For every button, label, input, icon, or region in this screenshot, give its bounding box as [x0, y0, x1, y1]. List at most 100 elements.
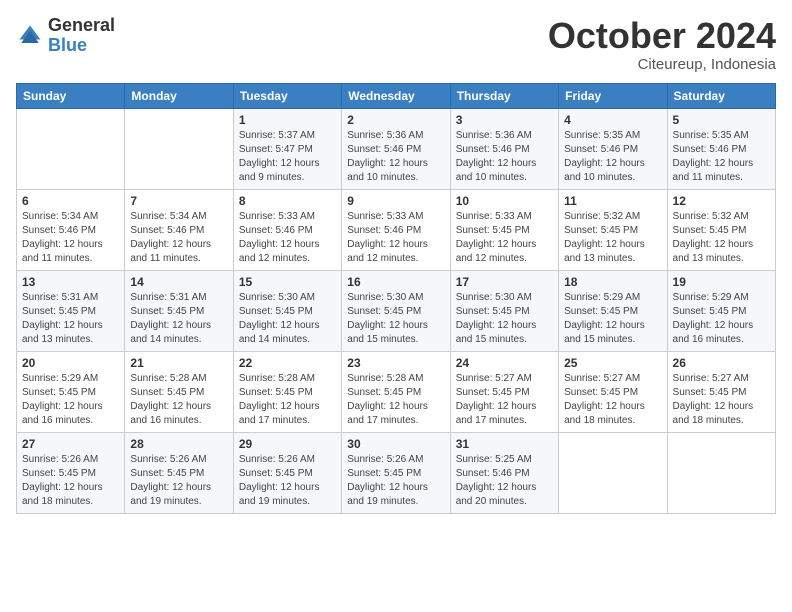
- day-info: Sunrise: 5:30 AM Sunset: 5:45 PM Dayligh…: [456, 291, 553, 347]
- weekday-header-wednesday: Wednesday: [342, 83, 450, 108]
- day-info: Sunrise: 5:26 AM Sunset: 5:45 PM Dayligh…: [239, 453, 336, 509]
- day-info: Sunrise: 5:34 AM Sunset: 5:46 PM Dayligh…: [130, 210, 227, 266]
- calendar-cell: [17, 108, 125, 189]
- location: Citeureup, Indonesia: [548, 56, 776, 73]
- logo: General Blue: [16, 16, 115, 56]
- day-info: Sunrise: 5:27 AM Sunset: 5:45 PM Dayligh…: [564, 372, 661, 428]
- calendar-cell: 23Sunrise: 5:28 AM Sunset: 5:45 PM Dayli…: [342, 351, 450, 432]
- day-info: Sunrise: 5:35 AM Sunset: 5:46 PM Dayligh…: [673, 129, 770, 185]
- calendar-cell: 8Sunrise: 5:33 AM Sunset: 5:46 PM Daylig…: [233, 189, 341, 270]
- weekday-header-thursday: Thursday: [450, 83, 558, 108]
- calendar-table: SundayMondayTuesdayWednesdayThursdayFrid…: [16, 83, 776, 514]
- calendar-cell: 24 Sunrise: 5:27 AM Sunset: 5:45 PM Dayli…: [450, 351, 558, 432]
- day-number: 19: [673, 275, 770, 289]
- day-number: 15: [239, 275, 336, 289]
- weekday-header-saturday: Saturday: [667, 83, 775, 108]
- day-info: Sunrise: 5:28 AM Sunset: 5:45 PM Dayligh…: [130, 372, 227, 428]
- day-info: Sunrise: 5:31 AM Sunset: 5:45 PM Dayligh…: [130, 291, 227, 347]
- day-number: 6: [22, 194, 119, 208]
- day-number: 27: [22, 437, 119, 451]
- day-info: Sunrise: 5:27 AM Sunset: 5:45 PM Dayligh…: [673, 372, 770, 428]
- day-number: 24: [456, 356, 553, 370]
- calendar-cell: 21 Sunrise: 5:28 AM Sunset: 5:45 PM Dayli…: [125, 351, 233, 432]
- calendar-cell: 31Sunrise: 5:25 AM Sunset: 5:46 PM Dayli…: [450, 432, 558, 513]
- week-row-5: 27 Sunrise: 5:26 AM Sunset: 5:45 PM Dayli…: [17, 432, 776, 513]
- calendar-cell: 9 Sunrise: 5:33 AM Sunset: 5:46 PM Daylig…: [342, 189, 450, 270]
- calendar-cell: 16 Sunrise: 5:30 AM Sunset: 5:45 PM Dayli…: [342, 270, 450, 351]
- day-info: Sunrise: 5:33 AM Sunset: 5:46 PM Dayligh…: [347, 210, 444, 266]
- day-number: 14: [130, 275, 227, 289]
- day-number: 29: [239, 437, 336, 451]
- day-info: Sunrise: 5:26 AM Sunset: 5:45 PM Dayligh…: [22, 453, 119, 509]
- logo-general-text: General: [48, 16, 115, 36]
- calendar-cell: 15 Sunrise: 5:30 AM Sunset: 5:45 PM Dayli…: [233, 270, 341, 351]
- day-info: Sunrise: 5:26 AM Sunset: 5:45 PM Dayligh…: [347, 453, 444, 509]
- calendar-cell: 14 Sunrise: 5:31 AM Sunset: 5:45 PM Dayli…: [125, 270, 233, 351]
- day-info: Sunrise: 5:27 AM Sunset: 5:45 PM Dayligh…: [456, 372, 553, 428]
- weekday-header-tuesday: Tuesday: [233, 83, 341, 108]
- day-number: 12: [673, 194, 770, 208]
- calendar-cell: 30 Sunrise: 5:26 AM Sunset: 5:45 PM Dayli…: [342, 432, 450, 513]
- day-number: 18: [564, 275, 661, 289]
- calendar-cell: 18Sunrise: 5:29 AM Sunset: 5:45 PM Dayli…: [559, 270, 667, 351]
- logo-text: General Blue: [48, 16, 115, 56]
- calendar-cell: 22 Sunrise: 5:28 AM Sunset: 5:45 PM Dayli…: [233, 351, 341, 432]
- day-number: 17: [456, 275, 553, 289]
- calendar-cell: 17 Sunrise: 5:30 AM Sunset: 5:45 PM Dayli…: [450, 270, 558, 351]
- calendar-cell: 4Sunrise: 5:35 AM Sunset: 5:46 PM Daylig…: [559, 108, 667, 189]
- day-number: 30: [347, 437, 444, 451]
- calendar-cell: 29 Sunrise: 5:26 AM Sunset: 5:45 PM Dayli…: [233, 432, 341, 513]
- day-number: 11: [564, 194, 661, 208]
- week-row-3: 13 Sunrise: 5:31 AM Sunset: 5:45 PM Dayli…: [17, 270, 776, 351]
- calendar-cell: 26 Sunrise: 5:27 AM Sunset: 5:45 PM Dayli…: [667, 351, 775, 432]
- weekday-header-friday: Friday: [559, 83, 667, 108]
- day-info: Sunrise: 5:30 AM Sunset: 5:45 PM Dayligh…: [239, 291, 336, 347]
- day-info: Sunrise: 5:28 AM Sunset: 5:45 PM Dayligh…: [239, 372, 336, 428]
- day-info: Sunrise: 5:31 AM Sunset: 5:45 PM Dayligh…: [22, 291, 119, 347]
- calendar-cell: 19 Sunrise: 5:29 AM Sunset: 5:45 PM Dayli…: [667, 270, 775, 351]
- month-title: October 2024: [548, 16, 776, 56]
- week-row-2: 6 Sunrise: 5:34 AM Sunset: 5:46 PM Daylig…: [17, 189, 776, 270]
- calendar-cell: [559, 432, 667, 513]
- day-number: 26: [673, 356, 770, 370]
- day-number: 28: [130, 437, 227, 451]
- day-number: 7: [130, 194, 227, 208]
- day-info: Sunrise: 5:32 AM Sunset: 5:45 PM Dayligh…: [564, 210, 661, 266]
- day-number: 2: [347, 113, 444, 127]
- week-row-4: 20Sunrise: 5:29 AM Sunset: 5:45 PM Dayli…: [17, 351, 776, 432]
- calendar-cell: 12 Sunrise: 5:32 AM Sunset: 5:45 PM Dayli…: [667, 189, 775, 270]
- logo-blue-text: Blue: [48, 36, 115, 56]
- title-block: October 2024 Citeureup, Indonesia: [548, 16, 776, 73]
- day-number: 5: [673, 113, 770, 127]
- day-info: Sunrise: 5:32 AM Sunset: 5:45 PM Dayligh…: [673, 210, 770, 266]
- calendar-cell: 11 Sunrise: 5:32 AM Sunset: 5:45 PM Dayli…: [559, 189, 667, 270]
- day-number: 16: [347, 275, 444, 289]
- weekday-header-sunday: Sunday: [17, 83, 125, 108]
- calendar-cell: 6 Sunrise: 5:34 AM Sunset: 5:46 PM Daylig…: [17, 189, 125, 270]
- day-info: Sunrise: 5:30 AM Sunset: 5:45 PM Dayligh…: [347, 291, 444, 347]
- day-number: 22: [239, 356, 336, 370]
- day-number: 9: [347, 194, 444, 208]
- day-number: 20: [22, 356, 119, 370]
- day-info: Sunrise: 5:28 AM Sunset: 5:45 PM Dayligh…: [347, 372, 444, 428]
- page: General Blue October 2024 Citeureup, Ind…: [0, 0, 792, 612]
- day-number: 8: [239, 194, 336, 208]
- day-number: 10: [456, 194, 553, 208]
- calendar-cell: [667, 432, 775, 513]
- week-row-1: 1Sunrise: 5:37 AM Sunset: 5:47 PM Daylig…: [17, 108, 776, 189]
- day-number: 25: [564, 356, 661, 370]
- day-info: Sunrise: 5:26 AM Sunset: 5:45 PM Dayligh…: [130, 453, 227, 509]
- day-number: 31: [456, 437, 553, 451]
- calendar-cell: 28 Sunrise: 5:26 AM Sunset: 5:45 PM Dayli…: [125, 432, 233, 513]
- weekday-header-monday: Monday: [125, 83, 233, 108]
- day-info: Sunrise: 5:36 AM Sunset: 5:46 PM Dayligh…: [347, 129, 444, 185]
- day-info: Sunrise: 5:36 AM Sunset: 5:46 PM Dayligh…: [456, 129, 553, 185]
- calendar-cell: 10Sunrise: 5:33 AM Sunset: 5:45 PM Dayli…: [450, 189, 558, 270]
- day-number: 21: [130, 356, 227, 370]
- calendar-cell: 1Sunrise: 5:37 AM Sunset: 5:47 PM Daylig…: [233, 108, 341, 189]
- calendar-cell: 5 Sunrise: 5:35 AM Sunset: 5:46 PM Daylig…: [667, 108, 775, 189]
- day-number: 13: [22, 275, 119, 289]
- day-info: Sunrise: 5:29 AM Sunset: 5:45 PM Dayligh…: [673, 291, 770, 347]
- calendar-cell: 27 Sunrise: 5:26 AM Sunset: 5:45 PM Dayli…: [17, 432, 125, 513]
- day-info: Sunrise: 5:34 AM Sunset: 5:46 PM Dayligh…: [22, 210, 119, 266]
